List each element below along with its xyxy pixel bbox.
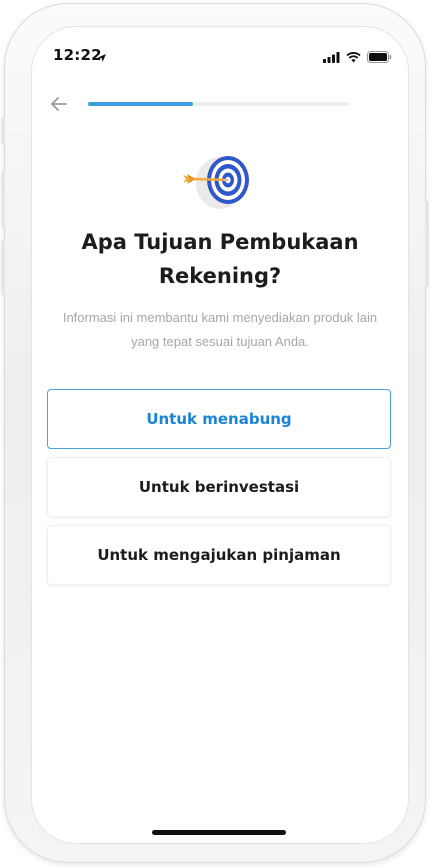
purpose-options: Untuk menabung Untuk berinvestasi Untuk …	[47, 389, 391, 593]
home-indicator	[152, 830, 286, 835]
dart-target-icon	[180, 151, 256, 215]
option-menabung[interactable]: Untuk menabung	[47, 389, 391, 449]
app-screen: 12:22 Apa Tujuan Pembukaan Rekening? Inf…	[32, 27, 408, 843]
option-berinvestasi[interactable]: Untuk berinvestasi	[47, 457, 391, 517]
page-title: Apa Tujuan Pembukaan Rekening?	[81, 230, 359, 288]
power-button	[425, 201, 429, 287]
progress-bar	[88, 102, 350, 106]
volume-up-button	[1, 171, 5, 227]
progress-bar-fill	[88, 102, 193, 106]
status-time: 12:22	[53, 46, 102, 64]
arrow-left-icon	[51, 97, 67, 111]
status-icons	[323, 48, 392, 67]
volume-down-button	[1, 239, 5, 295]
phone-frame: 12:22 Apa Tujuan Pembukaan Rekening? Inf…	[1, 3, 429, 863]
location-arrow-icon	[97, 48, 107, 67]
top-nav	[32, 89, 408, 119]
battery-icon	[367, 48, 392, 67]
status-bar: 12:22	[32, 27, 408, 79]
back-button[interactable]	[48, 93, 70, 115]
wifi-icon	[346, 48, 361, 67]
mute-switch	[1, 117, 5, 145]
page-subtitle: Informasi ini membantu kami menyediakan …	[62, 310, 378, 349]
signal-icon	[323, 48, 340, 67]
option-mengajukan-pinjaman[interactable]: Untuk mengajukan pinjaman	[47, 525, 391, 585]
